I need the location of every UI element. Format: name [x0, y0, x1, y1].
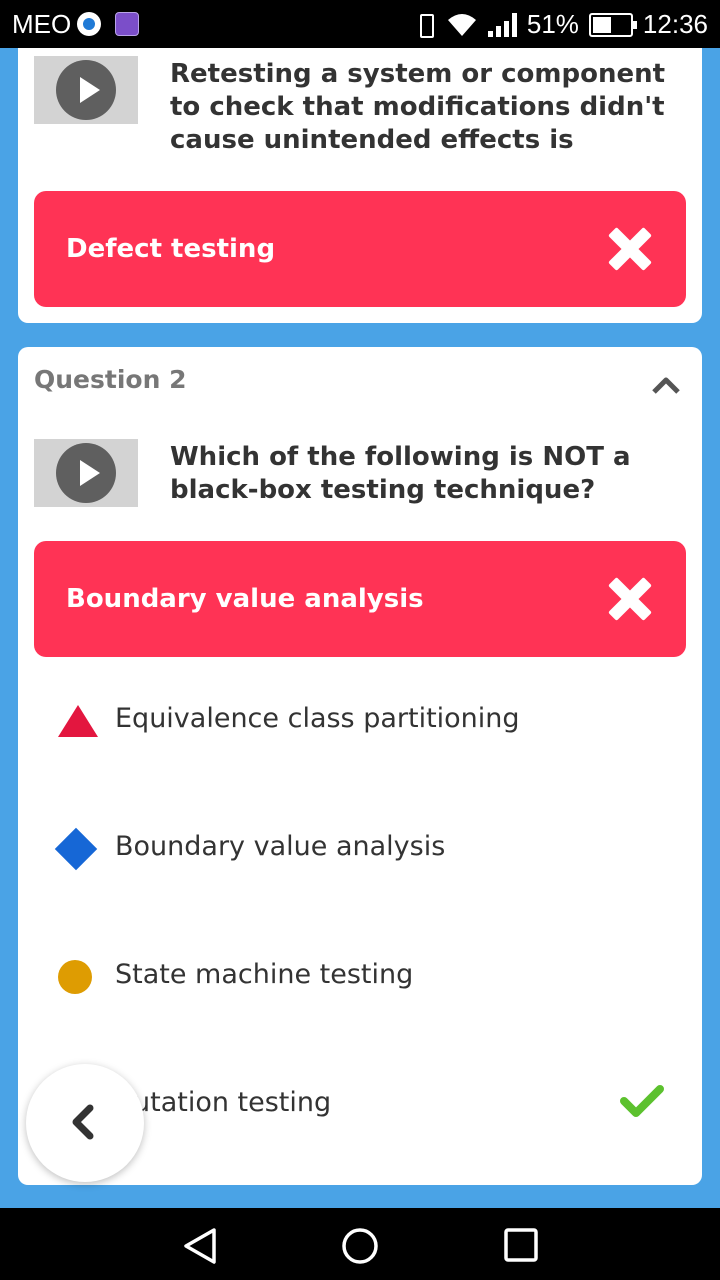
x-mark-icon: [608, 577, 652, 621]
chevron-left-icon: [72, 1104, 94, 1140]
selected-answer-label: Defect testing: [66, 234, 276, 264]
app-notification-icon: [77, 12, 101, 36]
selected-answer-wrong: Boundary value analysis: [34, 541, 686, 657]
question-card-1: Retesting a system or component to check…: [18, 48, 702, 323]
circle-icon: [58, 960, 92, 994]
option-label: utation testing: [133, 1087, 332, 1118]
option-label: Equivalence class partitioning: [115, 703, 520, 734]
question-card-2: Question 2 Which of the following is NOT…: [18, 347, 702, 1185]
question-title: Question 2: [34, 365, 187, 394]
play-icon[interactable]: [56, 60, 116, 120]
chevron-up-icon[interactable]: [650, 373, 682, 397]
selected-answer-wrong: Defect testing: [34, 191, 686, 307]
play-icon[interactable]: [56, 443, 116, 503]
checkmark-icon: [620, 1085, 664, 1117]
option-label: State machine testing: [115, 959, 414, 990]
answer-option: State machine testing: [18, 947, 702, 1007]
media-thumbnail[interactable]: [34, 56, 138, 124]
gallery-notification-icon: [115, 12, 139, 36]
answer-option: Boundary value analysis: [18, 819, 702, 879]
question-text: Which of the following is NOT a black-bo…: [170, 442, 631, 505]
nav-home-icon[interactable]: [340, 1226, 380, 1266]
clock: 12:36: [642, 9, 708, 39]
answer-option: Equivalence class partitioning: [18, 691, 702, 751]
back-button[interactable]: [26, 1064, 144, 1182]
status-bar: MEO 51% 12:36: [0, 0, 720, 48]
question-text: Retesting a system or component to check…: [170, 59, 666, 155]
triangle-icon: [58, 705, 98, 737]
nav-recents-icon[interactable]: [502, 1226, 542, 1266]
media-thumbnail[interactable]: [34, 439, 138, 507]
carrier-name: MEO: [12, 9, 72, 39]
nav-back-icon[interactable]: [180, 1226, 220, 1266]
battery-percent: 51%: [526, 9, 579, 39]
wifi-icon: [447, 13, 476, 36]
diamond-icon: [54, 827, 98, 871]
selected-answer-label: Boundary value analysis: [66, 584, 424, 614]
navigation-bar: [0, 1208, 720, 1280]
vibrate-icon: [414, 12, 436, 38]
x-mark-icon: [608, 227, 652, 271]
option-label: Boundary value analysis: [115, 831, 446, 862]
status-right: 51% 12:36: [414, 9, 708, 40]
battery-icon: [588, 12, 637, 37]
signal-icon: [487, 12, 517, 37]
